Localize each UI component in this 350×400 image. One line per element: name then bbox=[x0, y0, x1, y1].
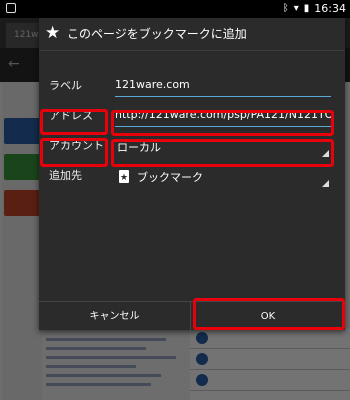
cancel-button[interactable]: キャンセル bbox=[39, 302, 191, 331]
battery-icon: ▮ bbox=[303, 3, 310, 14]
account-label-highlight-outline bbox=[40, 109, 108, 135]
account-highlight-outline bbox=[111, 110, 334, 136]
ok-button-highlight-outline bbox=[193, 298, 345, 330]
destination-select-value: ブックマーク bbox=[137, 171, 203, 184]
destination-folder-select[interactable]: ブックマーク bbox=[115, 166, 331, 188]
label-field-label: ラベル bbox=[49, 79, 82, 92]
destination-field-label: 追加先 bbox=[49, 169, 82, 182]
notification-icon bbox=[6, 3, 16, 13]
label-row: ラベル 121ware.com bbox=[39, 72, 345, 102]
destination-highlight-outline bbox=[111, 139, 334, 167]
destination-label-highlight-outline bbox=[40, 138, 108, 167]
dialog-header: ★ このページをブックマークに追加 bbox=[39, 18, 345, 51]
bluetooth-icon: ᛒ bbox=[282, 3, 289, 14]
status-icons: ᛒ ▾ ▮ 16:34 bbox=[283, 2, 346, 16]
status-bar: ᛒ ▾ ▮ 16:34 bbox=[0, 0, 350, 18]
android-screen: ᛒ ▾ ▮ 16:34 121ware ← bbox=[0, 0, 350, 400]
wifi-icon: ▾ bbox=[293, 3, 299, 14]
label-input[interactable]: 121ware.com bbox=[115, 76, 331, 97]
add-bookmark-dialog: ★ このページをブックマークに追加 ラベル 121ware.com アドレス h… bbox=[39, 18, 345, 331]
dialog-title: このページをブックマークに追加 bbox=[67, 27, 247, 41]
star-icon: ★ bbox=[45, 23, 61, 43]
clock: 16:34 bbox=[314, 2, 346, 15]
bookmark-folder-icon bbox=[119, 168, 129, 188]
dropdown-caret-icon bbox=[322, 180, 329, 187]
